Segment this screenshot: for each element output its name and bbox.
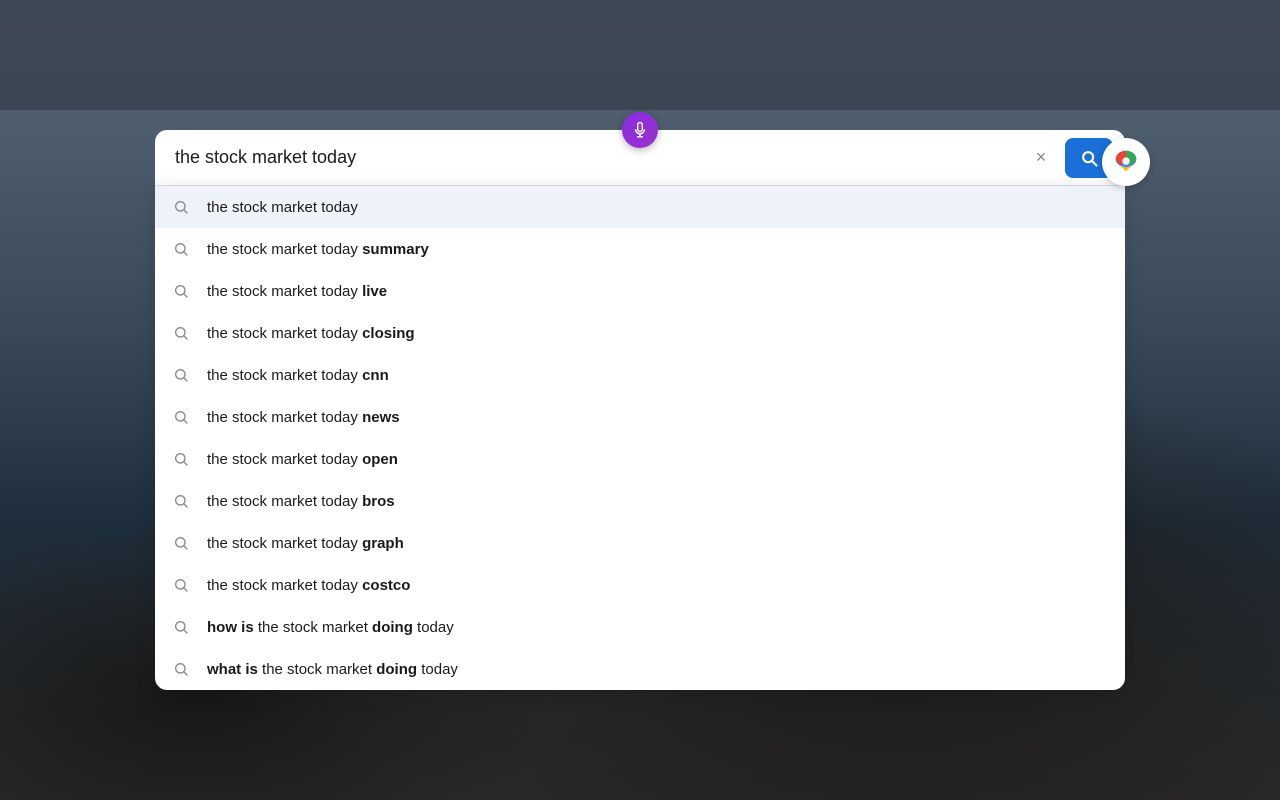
- suggestion-item[interactable]: the stock market today live: [155, 270, 1125, 312]
- search-suggestion-icon: [171, 197, 191, 217]
- suggestion-item[interactable]: the stock market today costco: [155, 564, 1125, 606]
- suggestion-item[interactable]: the stock market today open: [155, 438, 1125, 480]
- suggestions-list: the stock market today the stock market …: [155, 186, 1125, 690]
- search-suggestion-icon: [171, 365, 191, 385]
- suggestion-text: what is the stock market doing today: [207, 661, 458, 678]
- search-suggestion-icon: [171, 281, 191, 301]
- suggestion-item[interactable]: the stock market today news: [155, 396, 1125, 438]
- search-input[interactable]: [167, 147, 1025, 168]
- search-suggestion-icon: [171, 617, 191, 637]
- suggestion-text: the stock market today live: [207, 283, 387, 300]
- suggestion-text: the stock market today: [207, 199, 358, 216]
- suggestion-item[interactable]: the stock market today: [155, 186, 1125, 228]
- mic-icon: [631, 121, 649, 139]
- suggestion-text: the stock market today graph: [207, 535, 404, 552]
- suggestion-item[interactable]: the stock market today closing: [155, 312, 1125, 354]
- suggestion-text: the stock market today closing: [207, 325, 415, 342]
- suggestion-text: how is the stock market doing today: [207, 619, 454, 636]
- search-suggestion-icon: [171, 659, 191, 679]
- suggestion-item[interactable]: the stock market today cnn: [155, 354, 1125, 396]
- suggestion-text: the stock market today bros: [207, 493, 395, 510]
- copilot-icon: [1111, 147, 1141, 177]
- copilot-logo-button[interactable]: [1102, 138, 1150, 186]
- search-suggestion-icon: [171, 239, 191, 259]
- clear-icon: ×: [1036, 147, 1047, 168]
- suggestion-text: the stock market today news: [207, 409, 400, 426]
- search-suggestion-icon: [171, 575, 191, 595]
- suggestion-item[interactable]: how is the stock market doing today: [155, 606, 1125, 648]
- search-suggestion-icon: [171, 407, 191, 427]
- clear-button[interactable]: ×: [1025, 142, 1057, 174]
- suggestion-text: the stock market today cnn: [207, 367, 389, 384]
- suggestion-text: the stock market today costco: [207, 577, 410, 594]
- suggestion-text: the stock market today summary: [207, 241, 429, 258]
- search-suggestion-icon: [171, 491, 191, 511]
- search-suggestion-icon: [171, 323, 191, 343]
- search-suggestion-icon: [171, 449, 191, 469]
- suggestion-item[interactable]: the stock market today bros: [155, 480, 1125, 522]
- suggestion-item[interactable]: the stock market today summary: [155, 228, 1125, 270]
- top-overlay: [0, 0, 1280, 110]
- search-icon: [1079, 148, 1099, 168]
- suggestion-item[interactable]: the stock market today graph: [155, 522, 1125, 564]
- search-container: × the stock market today the stock ma: [155, 130, 1125, 690]
- suggestion-item[interactable]: what is the stock market doing today: [155, 648, 1125, 690]
- search-suggestion-icon: [171, 533, 191, 553]
- mic-button[interactable]: [622, 112, 658, 148]
- suggestion-text: the stock market today open: [207, 451, 398, 468]
